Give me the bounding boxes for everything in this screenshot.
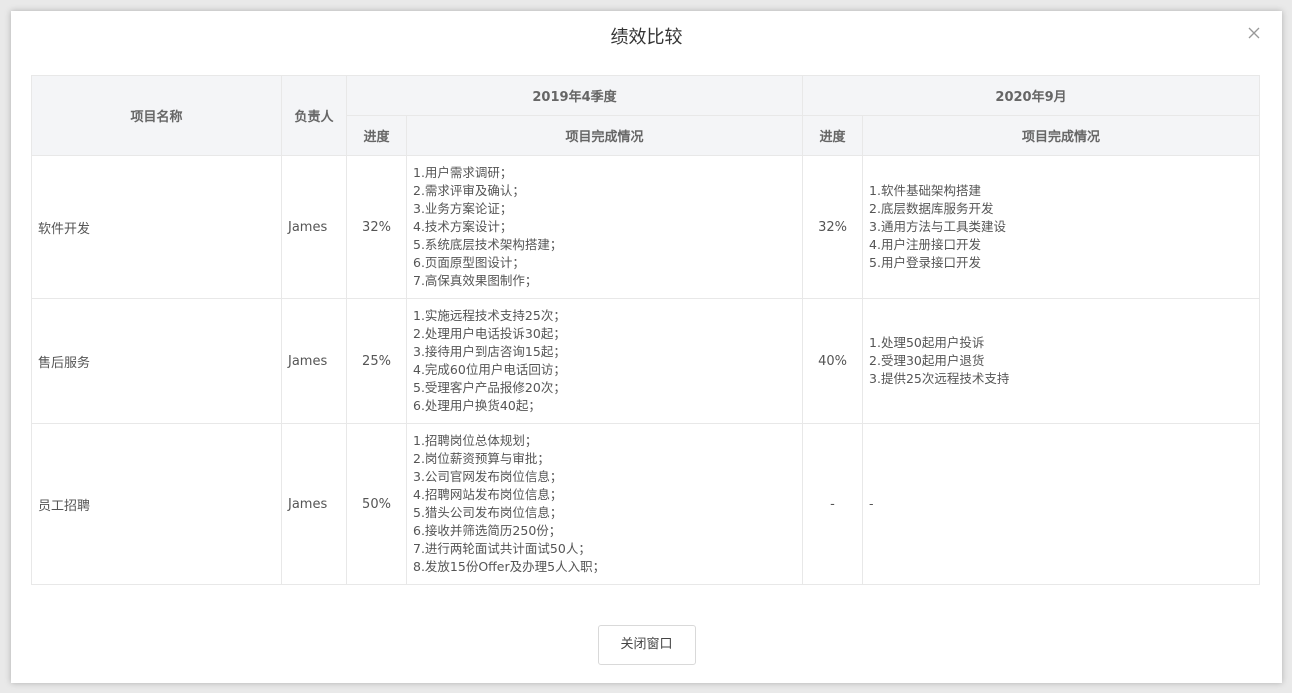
close-window-button[interactable]: 关闭窗口 bbox=[597, 625, 696, 665]
completion-item: 2.需求评审及确认； bbox=[413, 183, 525, 198]
completion-item: 1.招聘岗位总体规划； bbox=[413, 433, 538, 448]
owner-cell: James bbox=[281, 155, 347, 299]
table-body: 软件开发 James 32% 1.用户需求调研； 2.需求评审及确认； 3.业务方案论证；… bbox=[31, 155, 1261, 585]
completion-item: 7.高保真效果图制作； bbox=[413, 273, 538, 288]
p1-progress-cell: 50% bbox=[346, 423, 407, 585]
p1-completion-cell: 1.用户需求调研； 2.需求评审及确认； 3.业务方案论证； 4.技术方案设计； 5.系… bbox=[405, 155, 804, 299]
header-p1-progress: 进度 bbox=[346, 115, 407, 156]
completion-item: - bbox=[869, 496, 874, 511]
comparison-table: 项目名称 负责人 2019年4季度 2020年9月 进度 项目完成情况 进度 项… bbox=[31, 75, 1261, 585]
p1-progress-cell: 32% bbox=[346, 155, 407, 299]
dialog-footer: 关闭窗口 bbox=[11, 625, 1282, 665]
completion-item: 1.用户需求调研； bbox=[413, 165, 513, 180]
completion-item: 3.通用方法与工具类建设 bbox=[869, 219, 1006, 234]
completion-item: 6.接收并筛选简历250份； bbox=[413, 523, 562, 538]
table-row: 员工招聘 James 50% 1.招聘岗位总体规划； 2.岗位薪资预算与审批； 3.公司官… bbox=[31, 423, 1261, 585]
header-project-name: 项目名称 bbox=[31, 75, 282, 156]
owner-cell: James bbox=[281, 423, 347, 585]
completion-item: 4.用户注册接口开发 bbox=[869, 237, 981, 252]
completion-item: 2.底层数据库服务开发 bbox=[869, 201, 994, 216]
close-icon[interactable] bbox=[1246, 25, 1262, 41]
completion-item: 6.页面原型图设计； bbox=[413, 255, 525, 270]
completion-item: 5.受理客户产品报修20次； bbox=[413, 380, 566, 395]
p1-progress-cell: 25% bbox=[346, 298, 407, 424]
completion-item: 4.技术方案设计； bbox=[413, 219, 513, 234]
completion-item: 5.系统底层技术架构搭建； bbox=[413, 237, 563, 252]
completion-item: 8.发放15份Offer及办理5人入职； bbox=[413, 559, 606, 574]
completion-item: 1.软件基础架构搭建 bbox=[869, 183, 981, 198]
completion-item: 3.接待用户到店咨询15起； bbox=[413, 344, 566, 359]
completion-item: 4.完成60位用户电话回访； bbox=[413, 362, 566, 377]
header-period-2020-09: 2020年9月 bbox=[802, 75, 1261, 116]
completion-item: 2.受理30起用户退货 bbox=[869, 353, 985, 368]
completion-item: 4.招聘网站发布岗位信息； bbox=[413, 487, 563, 502]
comparison-table-container: 项目名称 负责人 2019年4季度 2020年9月 进度 项目完成情况 进度 项… bbox=[31, 75, 1261, 585]
completion-item: 5.用户登录接口开发 bbox=[869, 255, 981, 270]
completion-item: 3.提供25次远程技术支持 bbox=[869, 371, 1010, 386]
completion-item: 7.进行两轮面试共计面试50人； bbox=[413, 541, 591, 556]
performance-compare-dialog: 绩效比较 项目名称 负责人 2019年4季度 2020年9月 进度 项目完成情况… bbox=[11, 11, 1282, 683]
header-p2-progress: 进度 bbox=[802, 115, 864, 156]
completion-item: 6.处理用户换货40起； bbox=[413, 398, 541, 413]
header-p1-completion: 项目完成情况 bbox=[405, 115, 804, 156]
p1-completion-cell: 1.招聘岗位总体规划； 2.岗位薪资预算与审批； 3.公司官网发布岗位信息； 4.招聘… bbox=[405, 423, 804, 585]
header-period-2019q4: 2019年4季度 bbox=[345, 75, 804, 116]
header-p2-completion: 项目完成情况 bbox=[862, 115, 1261, 156]
p2-progress-cell: 40% bbox=[802, 298, 864, 424]
dialog-title: 绩效比较 bbox=[610, 27, 683, 48]
p2-completion-cell: 1.处理50起用户投诉 2.受理30起用户退货 3.提供25次远程技术支持 bbox=[862, 298, 1261, 424]
p2-progress-cell: - bbox=[802, 423, 864, 585]
project-name-cell: 软件开发 bbox=[31, 155, 282, 299]
completion-item: 2.处理用户电话投诉30起； bbox=[413, 326, 566, 341]
table-row: 售后服务 James 25% 1.实施远程技术支持25次； 2.处理用户电话投诉30起；… bbox=[31, 298, 1261, 424]
completion-item: 3.公司官网发布岗位信息； bbox=[413, 469, 563, 484]
p2-completion-cell: 1.软件基础架构搭建 2.底层数据库服务开发 3.通用方法与工具类建设 4.用户注册接… bbox=[862, 155, 1261, 299]
p2-progress-cell: 32% bbox=[802, 155, 864, 299]
table-row: 软件开发 James 32% 1.用户需求调研； 2.需求评审及确认； 3.业务方案论证；… bbox=[31, 155, 1261, 299]
completion-item: 1.实施远程技术支持25次； bbox=[413, 308, 566, 323]
completion-item: 2.岗位薪资预算与审批； bbox=[413, 451, 550, 466]
completion-item: 1.处理50起用户投诉 bbox=[869, 335, 985, 350]
header-owner: 负责人 bbox=[281, 75, 347, 156]
completion-item: 3.业务方案论证； bbox=[413, 201, 513, 216]
completion-item: 5.猎头公司发布岗位信息； bbox=[413, 505, 563, 520]
p1-completion-cell: 1.实施远程技术支持25次； 2.处理用户电话投诉30起； 3.接待用户到店咨询15… bbox=[405, 298, 804, 424]
p2-completion-cell: - bbox=[862, 423, 1261, 585]
owner-cell: James bbox=[281, 298, 347, 424]
project-name-cell: 员工招聘 bbox=[31, 423, 282, 585]
project-name-cell: 售后服务 bbox=[31, 298, 282, 424]
